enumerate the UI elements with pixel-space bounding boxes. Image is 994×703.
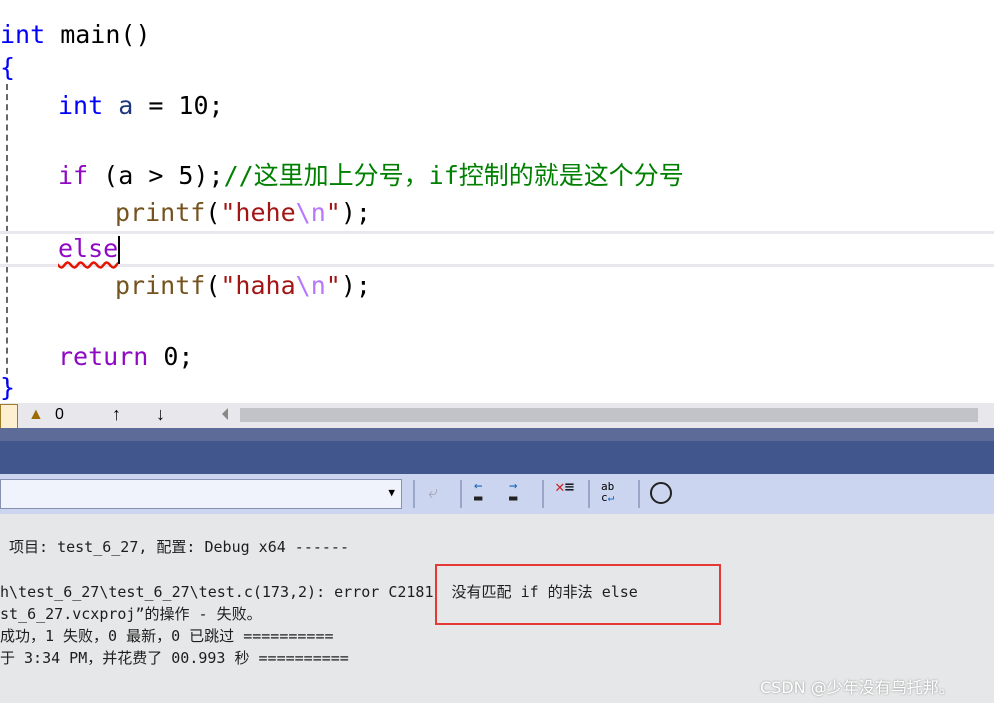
output-panel-header: [0, 441, 994, 474]
go-to-line-icon[interactable]: ⤶: [428, 482, 438, 503]
code-line: printf("haha\n");: [115, 271, 371, 300]
clock-icon[interactable]: [650, 482, 672, 504]
chevron-down-icon: ▼: [388, 486, 395, 499]
error-indicator[interactable]: [0, 404, 18, 429]
divider: [413, 480, 415, 508]
divider: [588, 480, 590, 508]
error-highlight-box: [435, 564, 721, 625]
code-line-error: else: [58, 234, 121, 264]
horizontal-scrollbar[interactable]: [240, 408, 978, 422]
scroll-left-icon[interactable]: [222, 408, 228, 420]
output-line: st_6_27.vcxproj”的操作 - 失败。: [0, 605, 262, 623]
code-line: }: [0, 373, 16, 402]
divider: [638, 480, 640, 508]
arrow-down-icon[interactable]: ↓: [156, 404, 165, 425]
watermark: CSDN @少年没有乌托邦。: [760, 678, 955, 697]
code-line: int main(): [0, 20, 151, 49]
code-line: if (a > 5);//这里加上分号，if控制的就是这个分号: [58, 161, 684, 190]
clear-all-icon[interactable]: ✕≡: [555, 479, 574, 495]
code-line: return 0;: [58, 342, 194, 371]
text-caret: [118, 236, 121, 264]
warning-count: 0: [55, 406, 64, 423]
panel-divider[interactable]: [0, 428, 994, 441]
code-editor[interactable]: int main() { int a = 10; if (a > 5);//这里…: [0, 0, 994, 403]
code-line: int a = 10;: [58, 91, 224, 120]
code-line: printf("hehe\n");: [115, 198, 371, 227]
output-line: 成功，1 失败，0 最新，0 已跳过 ==========: [0, 627, 334, 645]
output-line: 项目: test_6_27, 配置: Debug x64 ------: [0, 538, 349, 556]
editor-status-bar: ▲ 0 ↑ ↓: [0, 403, 994, 429]
output-line: 于 3:34 PM，并花费了 00.993 秒 ==========: [0, 649, 349, 667]
next-message-icon[interactable]: → ▬: [509, 479, 517, 505]
word-wrap-icon[interactable]: ab c↵: [601, 481, 614, 503]
current-line-highlight: [0, 231, 994, 267]
output-pane[interactable]: 项目: test_6_27, 配置: Debug x64 ------ h\te…: [0, 514, 994, 703]
divider: [542, 480, 544, 508]
arrow-up-icon[interactable]: ↑: [112, 404, 121, 425]
previous-message-icon[interactable]: ← ▬: [474, 479, 482, 505]
output-toolbar: ▼ ⤶ ← ▬ → ▬ ✕≡ ab c↵: [0, 474, 994, 514]
code-line: {: [0, 53, 16, 82]
warning-icon[interactable]: ▲: [28, 406, 44, 424]
divider: [460, 480, 462, 508]
output-source-dropdown[interactable]: ▼: [0, 479, 402, 509]
